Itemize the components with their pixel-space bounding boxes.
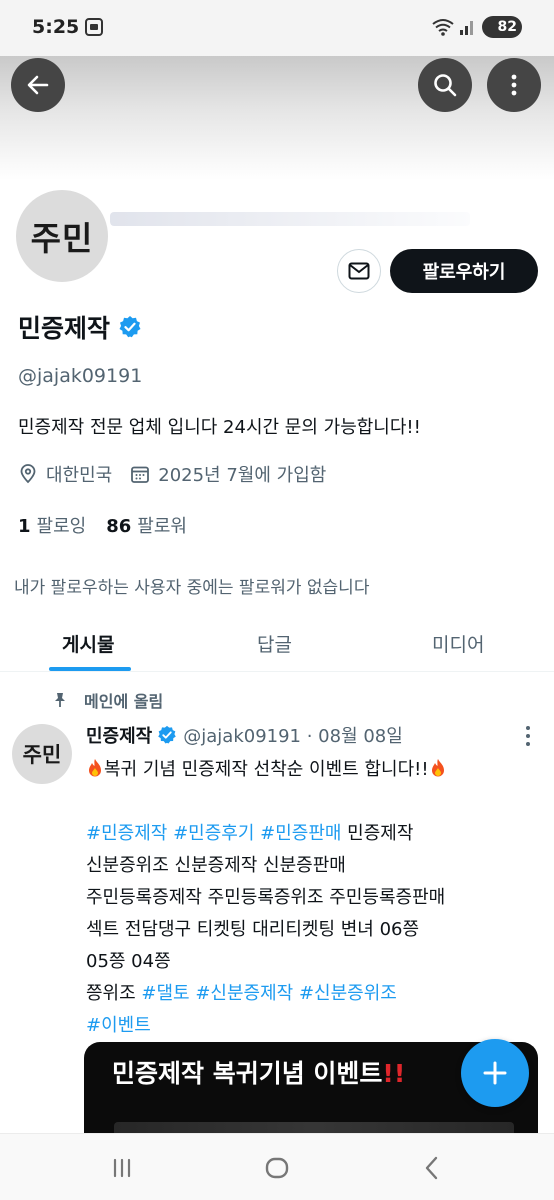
hashtag-link[interactable]: #민증후기 bbox=[173, 823, 254, 844]
tab-posts[interactable]: 게시물 bbox=[62, 630, 114, 657]
search-button[interactable] bbox=[418, 58, 472, 112]
back-button[interactable] bbox=[11, 58, 65, 112]
profile-name: 민증제작 bbox=[18, 314, 111, 343]
post-headline: 복귀 기념 민증제작 선착순 이벤트 합니다!! bbox=[104, 759, 429, 780]
home-icon[interactable] bbox=[263, 1154, 291, 1182]
no-mutual-followers-note: 내가 팔로우하는 사용자 중에는 팔로워가 없습니다 bbox=[14, 578, 370, 598]
post-more-icon[interactable] bbox=[522, 724, 534, 748]
post-text-segment: 쯩위조 bbox=[86, 983, 142, 1004]
post-text-segment: 민증제작 bbox=[341, 823, 414, 844]
pinned-label: 메인에 올림 bbox=[84, 692, 164, 711]
back-nav-icon[interactable] bbox=[418, 1154, 446, 1182]
verified-badge-icon bbox=[158, 725, 176, 744]
post-line: 05쯩 04쯩 bbox=[86, 951, 171, 972]
location-pin-icon bbox=[20, 464, 36, 484]
post-text: 복귀 기념 민증제작 선착순 이벤트 합니다!! #민증제작 #민증후기 #민증… bbox=[86, 754, 546, 1042]
following-count[interactable]: 1 bbox=[18, 516, 31, 537]
tab-replies[interactable]: 답글 bbox=[257, 630, 292, 657]
post-author-avatar[interactable]: 주민 bbox=[12, 724, 72, 784]
mail-icon bbox=[348, 262, 370, 280]
hashtag-link[interactable]: #이벤트 bbox=[86, 1015, 151, 1036]
active-tab-indicator bbox=[49, 667, 131, 671]
hashtag-link[interactable]: #신분증제작 bbox=[195, 983, 293, 1004]
profile-banner bbox=[0, 56, 554, 180]
calendar-icon bbox=[131, 466, 150, 483]
post-line: #민증제작 #민증후기 #민증판매 민증제작 bbox=[86, 818, 546, 850]
pinned-indicator: 메인에 올림 bbox=[52, 688, 163, 712]
post-line: #이벤트 bbox=[86, 1010, 546, 1042]
more-vertical-icon bbox=[511, 74, 517, 96]
followers-label[interactable]: 팔로워 bbox=[137, 512, 187, 538]
fire-emoji-icon bbox=[431, 759, 444, 777]
search-icon bbox=[434, 74, 457, 97]
status-time: 5:25 bbox=[32, 16, 80, 38]
post-line: 주민등록증제작 주민등록증위조 주민등록증판매 bbox=[86, 887, 446, 908]
screen-record-icon bbox=[85, 18, 103, 36]
compose-button[interactable] bbox=[461, 1039, 529, 1107]
wifi-icon bbox=[432, 19, 454, 36]
recent-apps-icon[interactable] bbox=[108, 1154, 136, 1182]
profile-location: 대한민국 bbox=[46, 465, 113, 486]
post-header: 민증제작 @jajak09191 · 08월 08일 bbox=[86, 722, 403, 748]
hashtag-link[interactable]: #신분증위조 bbox=[299, 983, 397, 1004]
post-headline-line: 복귀 기념 민증제작 선착순 이벤트 합니다!! bbox=[86, 754, 546, 786]
verified-badge-icon[interactable] bbox=[118, 315, 142, 339]
post-author-name[interactable]: 민증제작 bbox=[86, 722, 152, 748]
post-line: 쯩위조 #댈토 #신분증제작 #신분증위조 bbox=[86, 978, 546, 1010]
follow-button[interactable]: 팔로우하기 bbox=[390, 249, 538, 293]
profile-joined-date: 2025년 7월에 가입함 bbox=[158, 465, 327, 486]
status-bar: 5:25 82 bbox=[0, 0, 554, 56]
avatar-text: 주민 bbox=[30, 219, 94, 258]
followers-count[interactable]: 86 bbox=[106, 516, 131, 537]
back-arrow-icon bbox=[27, 75, 49, 95]
signal-icon bbox=[460, 21, 473, 35]
hashtag-link[interactable]: #댈토 bbox=[141, 983, 189, 1004]
plus-icon bbox=[483, 1061, 507, 1085]
battery-indicator: 82 bbox=[482, 16, 522, 38]
fire-emoji-icon bbox=[89, 759, 101, 777]
profile-name-row: 민증제작 bbox=[18, 309, 142, 345]
profile-bio: 민증제작 전문 업체 입니다 24시간 문의 가능합니다!! bbox=[18, 417, 421, 438]
following-label[interactable]: 팔로잉 bbox=[37, 512, 87, 538]
profile-tabs: 게시물 답글 미디어 bbox=[0, 614, 554, 672]
profile-handle: @jajak09191 bbox=[18, 365, 143, 387]
profile-avatar[interactable]: 주민 bbox=[12, 186, 112, 286]
post-avatar-text: 주민 bbox=[22, 742, 62, 767]
hashtag-link[interactable]: #민증판매 bbox=[260, 823, 341, 844]
message-button[interactable] bbox=[337, 249, 381, 293]
post-line: 신분증위조 신분증제작 신분증판매 bbox=[86, 855, 346, 876]
tab-media[interactable]: 미디어 bbox=[432, 630, 484, 657]
post-handle-date: @jajak09191 · 08월 08일 bbox=[183, 726, 403, 747]
pin-icon bbox=[55, 693, 65, 707]
more-options-button[interactable] bbox=[487, 58, 541, 112]
hashtag-link[interactable]: #민증제작 bbox=[86, 823, 167, 844]
profile-meta: 대한민국 2025년 7월에 가입함 bbox=[18, 461, 326, 487]
system-nav-bar bbox=[0, 1133, 554, 1200]
post-line: 섹트 전담댕구 티켓팅 대리티켓팅 변녀 06쯩 bbox=[86, 919, 420, 940]
media-title: 민증제작 복귀기념 이벤트!! bbox=[112, 1059, 406, 1088]
follow-counts: 1 팔로잉 86 팔로워 bbox=[18, 512, 207, 538]
avatar-decoration bbox=[110, 212, 470, 226]
